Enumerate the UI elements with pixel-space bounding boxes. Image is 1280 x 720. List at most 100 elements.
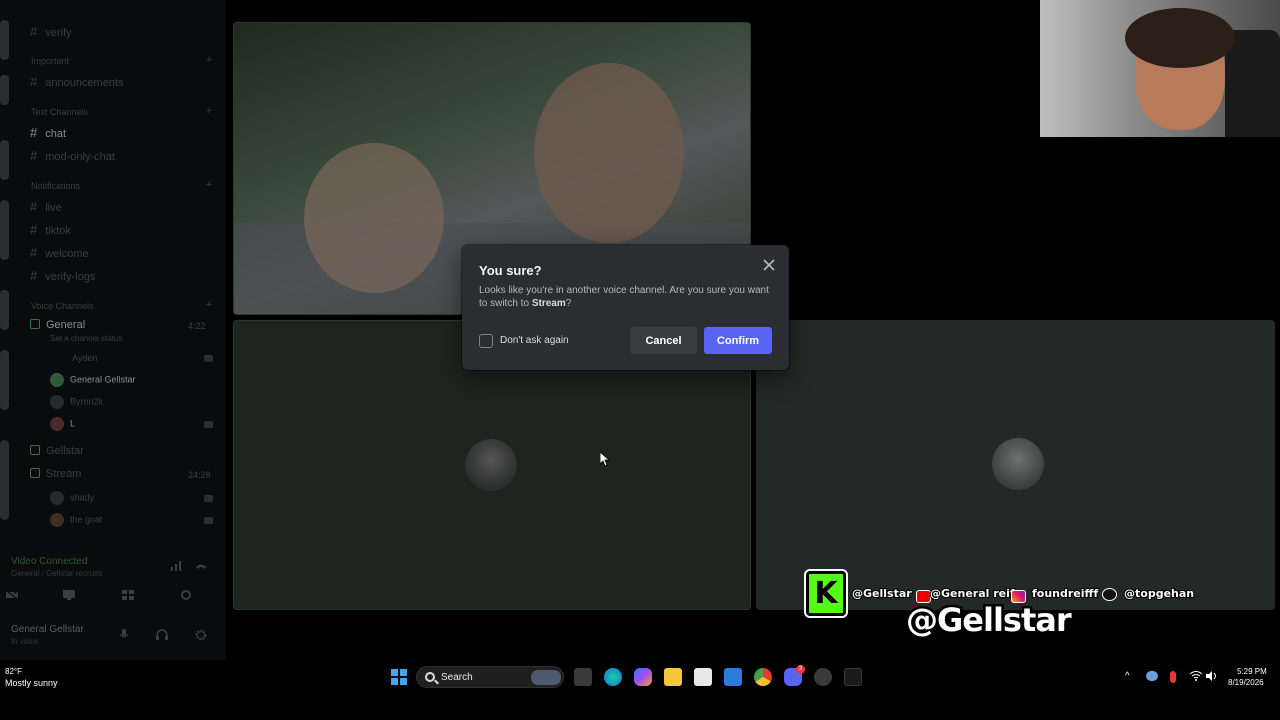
server-icon[interactable] xyxy=(0,200,9,260)
wifi-icon[interactable] xyxy=(1189,671,1203,684)
channel-label: welcome xyxy=(45,248,89,260)
microphone-active-icon[interactable] xyxy=(1170,671,1176,683)
channel-label: Gellstar xyxy=(46,445,84,457)
category-voice-channels[interactable]: Voice Channels xyxy=(31,301,94,311)
voice-timer: 4:22 xyxy=(188,321,206,331)
voice-user[interactable]: shady xyxy=(50,491,94,505)
channel-live[interactable]: # live xyxy=(30,199,62,214)
video-feed xyxy=(304,143,444,293)
search-placeholder: Search xyxy=(441,672,473,683)
dont-ask-again-label[interactable]: Don't ask again xyxy=(500,335,569,346)
hash-icon: # xyxy=(30,148,38,163)
category-notifications[interactable]: Notifications xyxy=(31,181,80,191)
copilot-icon[interactable] xyxy=(634,668,652,686)
voice-user[interactable]: Ayden xyxy=(72,353,97,363)
video-tile-participant[interactable] xyxy=(756,320,1275,610)
dont-ask-again-checkbox[interactable] xyxy=(479,334,493,348)
voice-user[interactable]: General Gellstar xyxy=(50,373,136,387)
app-icon[interactable] xyxy=(844,668,862,686)
voice-channel-gellstar[interactable]: Gellstar xyxy=(30,445,84,457)
channel-label: verify-logs xyxy=(45,271,96,283)
channel-label: mod-only-chat xyxy=(45,151,115,163)
user-name: shady xyxy=(70,492,95,503)
avatar xyxy=(50,491,64,505)
soundboard-icon[interactable] xyxy=(180,590,192,600)
video-feed xyxy=(534,63,684,243)
voice-channel-stream[interactable]: Stream xyxy=(30,468,81,480)
confirm-button[interactable]: Confirm xyxy=(704,327,772,354)
user-panel-name[interactable]: General Gellstar xyxy=(11,624,84,635)
obs-icon[interactable] xyxy=(814,668,832,686)
gear-icon[interactable] xyxy=(195,629,207,641)
user-name: L xyxy=(70,418,76,429)
hash-icon: # xyxy=(30,222,38,237)
user-name: General Gellstar xyxy=(70,374,136,385)
windows-start-icon[interactable] xyxy=(390,668,408,686)
add-channel-icon[interactable]: + xyxy=(206,54,212,66)
chrome-icon[interactable] xyxy=(754,668,772,686)
task-view-icon[interactable] xyxy=(574,668,592,686)
server-icon[interactable] xyxy=(0,140,9,180)
server-icon[interactable] xyxy=(0,350,9,410)
close-icon[interactable] xyxy=(761,257,777,273)
activities-icon[interactable] xyxy=(122,590,134,600)
camera-off-icon[interactable] xyxy=(5,589,19,601)
voice-user[interactable]: Byron2k xyxy=(50,395,103,409)
channel-chat[interactable]: # chat xyxy=(30,125,66,140)
channel-tiktok[interactable]: # tiktok xyxy=(30,222,71,237)
weather-temperature[interactable]: 82°F xyxy=(5,667,22,676)
voice-connected-title[interactable]: Video Connected xyxy=(11,556,88,567)
store-icon[interactable] xyxy=(694,668,712,686)
onedrive-icon[interactable] xyxy=(1146,671,1158,681)
confirm-switch-dialog: You sure? Looks like you're in another v… xyxy=(462,245,789,370)
voice-connected-subtitle[interactable]: General / Gellstar recruits xyxy=(11,569,102,578)
user-name: Byron2k xyxy=(70,396,104,407)
social-handle-kick: @Gellstar xyxy=(851,586,913,601)
voice-user[interactable]: L xyxy=(50,417,75,431)
voice-user[interactable]: the goat xyxy=(50,513,103,527)
headphones-icon[interactable] xyxy=(156,629,168,640)
server-icon[interactable] xyxy=(0,75,9,105)
category-important[interactable]: Important xyxy=(31,56,69,66)
dialog-channel-name: Stream xyxy=(531,298,566,309)
hash-icon: # xyxy=(30,268,38,283)
cancel-button[interactable]: Cancel xyxy=(630,327,697,354)
voice-channel-general[interactable]: General xyxy=(30,319,85,331)
screen-share-icon[interactable] xyxy=(63,590,75,600)
big-handle: @Gellstar xyxy=(904,599,1075,642)
add-channel-icon[interactable]: + xyxy=(206,105,212,117)
avatar xyxy=(465,439,517,491)
category-text-channels[interactable]: Text Channels xyxy=(31,107,88,117)
edge-browser-icon[interactable] xyxy=(604,668,622,686)
channel-label: announcements xyxy=(45,77,124,89)
volume-icon[interactable] xyxy=(1206,671,1218,684)
clock-time[interactable]: 5:29 PM xyxy=(1237,667,1267,676)
avatar xyxy=(992,438,1044,490)
weather-description[interactable]: Mostly sunny xyxy=(5,678,58,688)
signal-icon[interactable] xyxy=(171,561,183,571)
dialog-title: You sure? xyxy=(479,263,542,278)
chevron-up-icon[interactable]: ^ xyxy=(1125,671,1130,682)
channel-mod-only-chat[interactable]: # mod-only-chat xyxy=(30,148,115,163)
channel-verify[interactable]: # verify xyxy=(30,24,72,39)
server-icon[interactable] xyxy=(0,440,9,520)
microphone-icon[interactable] xyxy=(118,629,130,639)
webcam-feed xyxy=(1225,30,1280,137)
server-icon[interactable] xyxy=(0,20,9,60)
clock-date[interactable]: 8/19/2026 xyxy=(1228,678,1264,687)
avatar xyxy=(50,417,64,431)
server-icon[interactable] xyxy=(0,290,9,330)
channel-announcements[interactable]: # announcements xyxy=(30,74,124,89)
taskbar-search-input[interactable]: Search xyxy=(416,666,564,688)
disconnect-icon[interactable] xyxy=(195,561,207,571)
channel-label: verify xyxy=(45,27,72,39)
outlook-icon[interactable] xyxy=(724,668,742,686)
file-explorer-icon[interactable] xyxy=(664,668,682,686)
add-channel-icon[interactable]: + xyxy=(206,299,212,311)
avatar xyxy=(50,395,64,409)
add-channel-icon[interactable]: + xyxy=(206,179,212,191)
video-icon xyxy=(204,517,213,524)
channel-welcome[interactable]: # welcome xyxy=(30,245,89,260)
channel-verify-logs[interactable]: # verify-logs xyxy=(30,268,95,283)
channel-status[interactable]: Set a channel status xyxy=(50,334,123,343)
